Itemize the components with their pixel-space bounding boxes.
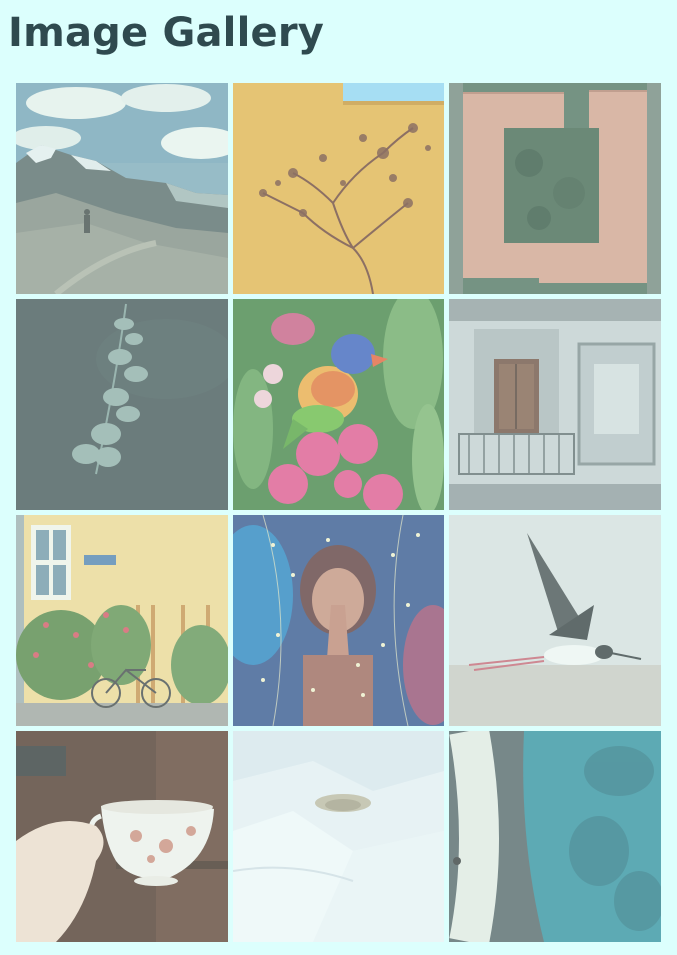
- gallery-image-lorikeet[interactable]: [233, 299, 444, 510]
- gallery-image-aerial-building[interactable]: [449, 83, 661, 294]
- fountain-image: [449, 731, 661, 942]
- lorikeet-image: [233, 299, 444, 510]
- page-title: Image Gallery: [8, 10, 325, 56]
- snow-image: [233, 731, 444, 942]
- gallery-image-yellow-house[interactable]: [16, 515, 228, 726]
- gallery-image-stilt-bird[interactable]: [449, 515, 661, 726]
- gallery-image-ornate-facade[interactable]: [449, 299, 661, 510]
- gallery-image-eucalyptus[interactable]: [16, 299, 228, 510]
- gallery-image-snow[interactable]: [233, 731, 444, 942]
- gallery-image-dried-branch[interactable]: [233, 83, 444, 294]
- gallery-page: Image Gallery: [0, 0, 677, 955]
- image-grid: [16, 83, 661, 942]
- gallery-image-fountain[interactable]: [449, 731, 661, 942]
- aerial-building-image: [449, 83, 661, 294]
- gallery-image-mountain-landscape[interactable]: [16, 83, 228, 294]
- gallery-image-woman-lights[interactable]: [233, 515, 444, 726]
- ornate-facade-image: [449, 299, 661, 510]
- eucalyptus-image: [16, 299, 228, 510]
- mountain-landscape-image: [16, 83, 228, 294]
- gallery-image-teacup[interactable]: [16, 731, 228, 942]
- yellow-house-image: [16, 515, 228, 726]
- woman-lights-image: [233, 515, 444, 726]
- dried-branch-image: [233, 83, 444, 294]
- teacup-image: [16, 731, 228, 942]
- stilt-bird-image: [449, 515, 661, 726]
